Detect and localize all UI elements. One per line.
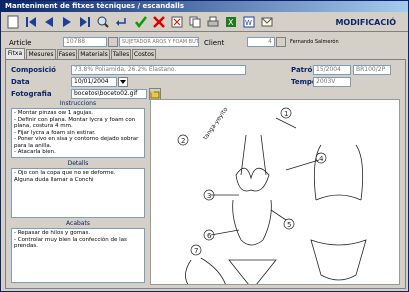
- first-record-icon[interactable]: [23, 14, 39, 30]
- folder-icon: [150, 91, 160, 99]
- article-lookup-button[interactable]: [108, 37, 118, 47]
- client-code-field[interactable]: 4: [247, 37, 275, 47]
- callout-2: 2: [181, 137, 185, 145]
- acabats-heading: Acabats: [66, 220, 90, 227]
- tab-talles[interactable]: Talles: [111, 49, 131, 59]
- article-label: Article: [9, 39, 32, 47]
- search-icon[interactable]: [95, 14, 111, 30]
- detalls-textarea[interactable]: - Ojo con la copa que no se deforme. Alg…: [11, 168, 145, 218]
- new-record-icon[interactable]: [5, 14, 21, 30]
- date-field[interactable]: 10/01/2004: [71, 77, 117, 87]
- window-title: Manteniment de fitxes tècniques / escand…: [1, 1, 408, 12]
- article-row: Article 10788 SUJETADOR AROS Y FOAM BUTH…: [1, 37, 408, 49]
- composicio-label: Composició: [11, 66, 56, 74]
- previous-record-icon[interactable]: [41, 14, 57, 30]
- cancel-icon[interactable]: [151, 14, 167, 30]
- svg-text:W: W: [245, 19, 252, 27]
- callout-1: 1: [284, 110, 288, 118]
- client-name: Fernando Salmerón: [290, 39, 339, 45]
- tab-materials[interactable]: Materials: [78, 49, 110, 59]
- last-record-icon[interactable]: [77, 14, 93, 30]
- instruccions-textarea[interactable]: - Montar pinzas ow 1 agujas. - Definir c…: [11, 108, 145, 158]
- callout-6: 6: [207, 232, 212, 240]
- sketch-handwritten-label: tanga-yeyito: [202, 106, 230, 141]
- tab-mesures[interactable]: Mesures: [26, 49, 56, 59]
- sketch-image: 1 3 6 4 5 2 7 tanga-yeyito: [150, 99, 400, 285]
- return-icon[interactable]: [113, 14, 129, 30]
- email-icon[interactable]: [259, 14, 275, 30]
- detalls-heading: Detalls: [67, 160, 89, 167]
- tab-fases[interactable]: Fases: [57, 49, 77, 59]
- client-label: Client: [204, 39, 225, 47]
- article-code-field[interactable]: 10788: [63, 37, 107, 47]
- print-icon[interactable]: [205, 14, 221, 30]
- client-lookup-button[interactable]: [276, 37, 286, 47]
- tab-costos[interactable]: Costos: [132, 49, 156, 59]
- acabats-textarea[interactable]: - Repasar de hilos y gomas. - Controlar …: [11, 228, 145, 283]
- callout-5: 5: [287, 221, 291, 229]
- callout-7: 7: [194, 247, 198, 255]
- toolbar: X W MODIFICACIÓ: [1, 12, 408, 32]
- callout-3: 3: [207, 192, 211, 200]
- mode-indicator: MODIFICACIÓ: [335, 18, 396, 27]
- instruccions-heading: Instruccions: [59, 100, 97, 107]
- composicio-field[interactable]: 73.8% Poliamida, 26.2% Elastano.: [71, 65, 246, 75]
- patro-field-1[interactable]: 15/2004: [313, 65, 351, 75]
- next-record-icon[interactable]: [59, 14, 75, 30]
- tab-fitxa[interactable]: Fitxa: [5, 48, 25, 59]
- article-description-field: SUJETADOR AROS Y FOAM BUTHAN: [119, 37, 199, 47]
- svg-text:X: X: [228, 18, 234, 27]
- patro-label: Patró: [291, 66, 313, 74]
- fotografia-label: Fotografia: [11, 90, 52, 98]
- excel-icon[interactable]: X: [223, 14, 239, 30]
- temporada-field[interactable]: 2003V: [313, 77, 351, 87]
- chevron-down-icon: [120, 80, 126, 84]
- swimsuit-sketch: 1 3 6 4 5 2 7 tanga-yeyito: [177, 106, 367, 284]
- accept-icon[interactable]: [133, 14, 149, 30]
- callout-4: 4: [319, 155, 324, 163]
- patro-field-2[interactable]: BR100/2P: [353, 65, 391, 75]
- fotografia-field[interactable]: bocetos\boceto02.gif: [71, 89, 147, 99]
- date-picker-button[interactable]: [118, 77, 128, 87]
- delete-icon[interactable]: [169, 14, 185, 30]
- data-label: Data: [11, 78, 30, 86]
- copy-icon[interactable]: [187, 14, 203, 30]
- main-window: Manteniment de fitxes tècniques / escand…: [0, 0, 409, 292]
- word-icon[interactable]: W: [241, 14, 257, 30]
